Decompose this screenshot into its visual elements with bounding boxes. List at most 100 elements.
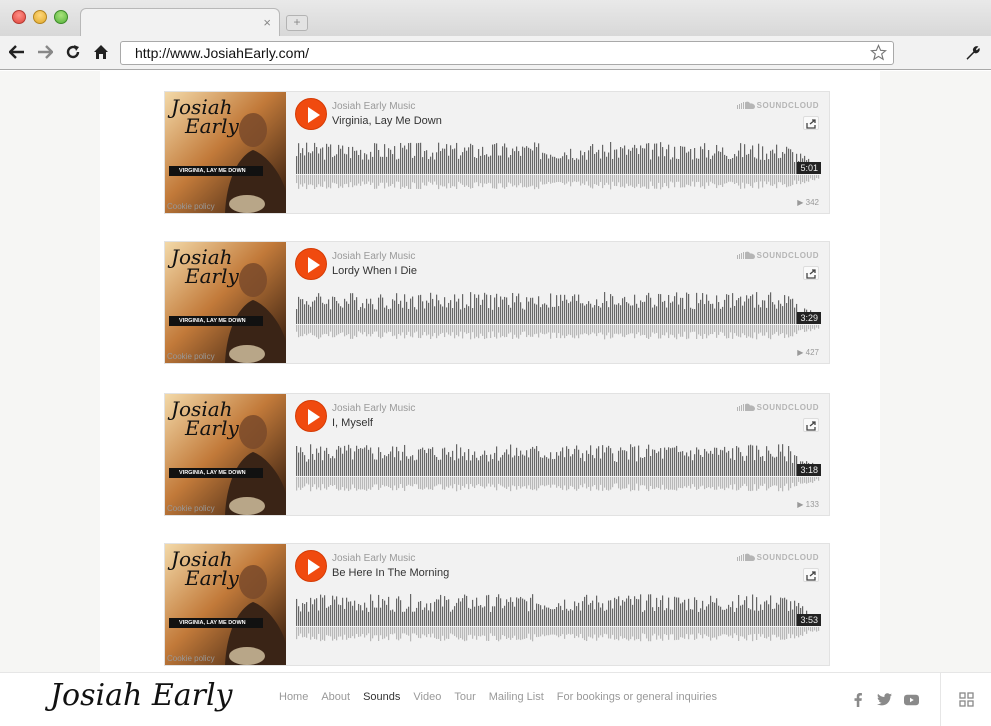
zoom-window-button[interactable] [54, 10, 68, 24]
nav-item-tour[interactable]: Tour [454, 691, 475, 703]
waveform-reflection-bar [752, 325, 754, 339]
track-title[interactable]: I, Myself [332, 417, 373, 429]
waveform[interactable] [296, 438, 820, 500]
play-button[interactable] [295, 98, 327, 130]
close-window-button[interactable] [12, 10, 26, 24]
grid-menu-button[interactable] [940, 673, 991, 726]
share-button[interactable] [803, 418, 819, 432]
waveform-reflection-bar [414, 477, 416, 485]
nav-item-about[interactable]: About [321, 691, 350, 703]
waveform-reflection-bar [470, 175, 472, 189]
track-title[interactable]: Lordy When I Die [332, 265, 417, 277]
album-art[interactable]: Josiah Early VIRGINIA, LAY ME DOWN Cooki… [165, 92, 286, 213]
waveform-reflection-bar [680, 325, 682, 337]
waveform-reflection-bar [744, 477, 746, 484]
track-title[interactable]: Virginia, Lay Me Down [332, 115, 442, 127]
bookmark-star-icon[interactable] [869, 43, 888, 67]
waveform-bar [496, 597, 498, 626]
waveform-bar [454, 460, 456, 476]
play-button[interactable] [295, 400, 327, 432]
waveform-bar [300, 299, 302, 324]
browser-tab[interactable]: × [80, 8, 280, 38]
waveform-reflection-bar [798, 477, 800, 482]
soundcloud-logo[interactable]: SOUNDCLOUD [736, 251, 819, 260]
wrench-icon[interactable] [961, 41, 983, 63]
cookie-policy-link[interactable]: Cookie policy [167, 352, 215, 361]
waveform-reflection-bar [756, 477, 758, 491]
tab-close-icon[interactable]: × [263, 15, 271, 30]
new-tab-button[interactable]: + [286, 15, 308, 31]
waveform[interactable] [296, 286, 820, 348]
album-art[interactable]: Josiah Early VIRGINIA, LAY ME DOWN Cooki… [165, 242, 286, 363]
waveform-reflection-bar [742, 627, 744, 637]
minimize-window-button[interactable] [33, 10, 47, 24]
soundcloud-logo[interactable]: SOUNDCLOUD [736, 553, 819, 562]
waveform-reflection-bar [588, 627, 590, 637]
waveform-reflection-bar [426, 627, 428, 638]
waveform-reflection-bar [424, 325, 426, 332]
waveform[interactable] [296, 588, 820, 650]
facebook-icon[interactable] [853, 693, 863, 712]
waveform-reflection-bar [554, 175, 556, 183]
cookie-policy-link[interactable]: Cookie policy [167, 504, 215, 513]
waveform[interactable] [296, 136, 820, 198]
waveform-reflection-bar [676, 325, 678, 340]
waveform-bar [694, 597, 696, 626]
cookie-policy-link[interactable]: Cookie policy [167, 202, 215, 211]
waveform-bar [520, 302, 522, 324]
track-title[interactable]: Be Here In The Morning [332, 567, 449, 579]
soundcloud-logo[interactable]: SOUNDCLOUD [736, 403, 819, 412]
back-icon[interactable] [6, 41, 28, 63]
share-button[interactable] [803, 116, 819, 130]
waveform-bar [376, 607, 378, 626]
waveform-reflection-bar [658, 175, 660, 183]
waveform-reflection-bar [432, 325, 434, 337]
waveform-bar [660, 600, 662, 626]
soundcloud-player: Josiah Early VIRGINIA, LAY ME DOWN Cooki… [164, 543, 830, 666]
play-button[interactable] [295, 248, 327, 280]
waveform-bar [644, 457, 646, 476]
waveform-reflection-bar [596, 175, 598, 185]
share-button[interactable] [803, 266, 819, 280]
waveform-bar [606, 156, 608, 174]
artist-name[interactable]: Josiah Early Music [332, 553, 415, 564]
cookie-policy-link[interactable]: Cookie policy [167, 654, 215, 663]
waveform-reflection-bar [370, 175, 372, 185]
nav-item-for-bookings-or-general-inquiries[interactable]: For bookings or general inquiries [557, 691, 717, 703]
waveform-bar [496, 446, 498, 476]
reload-icon[interactable] [62, 41, 84, 63]
soundcloud-logo[interactable]: SOUNDCLOUD [736, 101, 819, 110]
artist-name[interactable]: Josiah Early Music [332, 101, 415, 112]
artist-name[interactable]: Josiah Early Music [332, 403, 415, 414]
waveform-bar [588, 604, 590, 626]
play-button[interactable] [295, 550, 327, 582]
waveform-reflection-bar [744, 325, 746, 336]
waveform-bar [480, 455, 482, 476]
waveform-reflection-bar [542, 175, 544, 185]
album-art[interactable]: Josiah Early VIRGINIA, LAY ME DOWN Cooki… [165, 394, 286, 515]
waveform-bar [394, 146, 396, 174]
youtube-icon[interactable] [904, 693, 919, 711]
artist-name[interactable]: Josiah Early Music [332, 251, 415, 262]
twitter-icon[interactable] [877, 693, 892, 711]
address-bar[interactable]: http://www.JosiahEarly.com/ [120, 41, 894, 65]
forward-icon[interactable] [34, 41, 56, 63]
nav-item-mailing-list[interactable]: Mailing List [489, 691, 544, 703]
waveform-reflection-bar [374, 627, 376, 636]
album-art[interactable]: Josiah Early VIRGINIA, LAY ME DOWN Cooki… [165, 544, 286, 665]
waveform-reflection-bar [396, 175, 398, 182]
nav-item-home[interactable]: Home [279, 691, 308, 703]
waveform-bar [754, 157, 756, 174]
waveform-bar [714, 447, 716, 476]
home-icon[interactable] [90, 41, 112, 63]
nav-item-video[interactable]: Video [413, 691, 441, 703]
waveform-reflection-bar [792, 627, 794, 635]
share-button[interactable] [803, 568, 819, 582]
waveform-bar [684, 455, 686, 476]
waveform-reflection-bar [682, 175, 684, 188]
waveform-reflection-bar [518, 477, 520, 486]
nav-item-sounds[interactable]: Sounds [363, 691, 400, 703]
site-logo[interactable]: Josiah Early [50, 678, 233, 713]
waveform-bar [632, 604, 634, 626]
waveform-bar [662, 595, 664, 626]
